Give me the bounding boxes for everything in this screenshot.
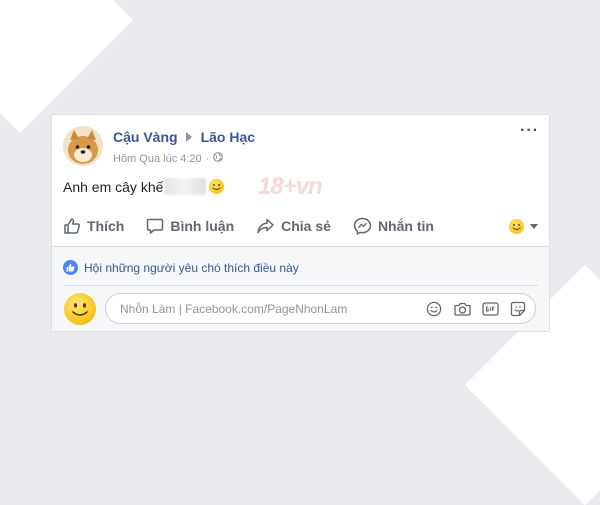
post-meta: Hôm Qua lúc 4:20 · xyxy=(113,152,224,165)
post-header: Cậu Vàng Lão Hạc xyxy=(113,129,255,145)
like-icon xyxy=(64,218,81,234)
comment-label: Bình luận xyxy=(170,218,235,234)
post-text: Anh em cây khế xyxy=(63,178,225,195)
message-label: Nhắn tin xyxy=(377,218,434,234)
like-button[interactable]: Thích xyxy=(63,217,124,235)
chevron-down-icon xyxy=(530,223,538,229)
comment-field[interactable] xyxy=(105,293,536,324)
post-card: Cậu Vàng Lão Hạc Hôm Qua lúc 4:20 · ··· … xyxy=(51,114,550,332)
author-avatar[interactable] xyxy=(63,126,103,166)
post-footer: Hội những người yêu chó thích điều này xyxy=(52,246,549,331)
gif-icon[interactable] xyxy=(481,300,499,318)
author-name[interactable]: Cậu Vàng xyxy=(113,129,178,145)
privacy-globe-icon[interactable] xyxy=(213,152,224,165)
post-timestamp[interactable]: Hôm Qua lúc 4:20 xyxy=(113,153,202,165)
share-icon xyxy=(257,218,274,234)
share-button[interactable]: Chia sẻ xyxy=(256,217,331,235)
camera-icon[interactable] xyxy=(453,300,471,318)
post-body: Anh em cây khế xyxy=(63,178,164,195)
like-label: Thích xyxy=(87,218,125,234)
message-button[interactable]: Nhắn tin xyxy=(353,217,434,235)
smiley-emoji-icon xyxy=(209,179,225,194)
arrow-right-icon xyxy=(185,132,192,142)
share-label: Chia sẻ xyxy=(281,218,331,234)
blurred-text xyxy=(164,178,207,195)
likes-summary[interactable]: Hội những người yêu chó thích điều này xyxy=(63,260,299,275)
target-name[interactable]: Lão Hạc xyxy=(201,129,255,145)
emoji-icon[interactable] xyxy=(425,300,443,318)
divider xyxy=(63,285,538,286)
meta-separator: · xyxy=(205,152,210,165)
messenger-icon xyxy=(353,217,372,235)
comment-tools xyxy=(415,300,527,318)
comment-button[interactable]: Bình luận xyxy=(146,217,234,235)
sticker-icon[interactable] xyxy=(509,300,527,318)
more-options-icon[interactable]: ··· xyxy=(520,123,539,139)
comment-input[interactable] xyxy=(118,300,415,317)
reaction-smiley-icon xyxy=(509,218,524,234)
watermark: 18+vn xyxy=(258,173,323,200)
like-badge-icon xyxy=(63,260,78,275)
likes-summary-text: Hội những người yêu chó thích điều này xyxy=(84,260,299,275)
reaction-picker[interactable] xyxy=(509,218,538,234)
action-bar: Thích Bình luận Chia sẻ Nhắn tin xyxy=(63,213,538,239)
comment-icon xyxy=(147,218,164,234)
commenter-avatar[interactable] xyxy=(64,293,96,325)
